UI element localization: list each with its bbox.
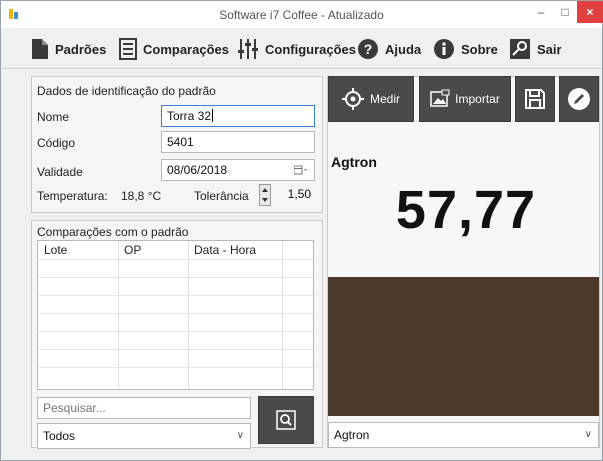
document-icon bbox=[32, 39, 48, 59]
menu-sair[interactable]: Sair bbox=[509, 36, 562, 62]
tolerance-spinner-icon[interactable] bbox=[259, 184, 271, 206]
close-button[interactable]: × bbox=[577, 1, 603, 23]
comparisons-table[interactable]: Lote OP Data - Hora bbox=[37, 240, 314, 390]
comparisons-group-title: Comparações com o padrão bbox=[37, 225, 189, 239]
agtron-label: Agtron bbox=[331, 154, 377, 170]
menu-label: Padrões bbox=[55, 41, 107, 57]
text-caret bbox=[212, 109, 214, 122]
menu-bar: Padrões Comparações Configurações ? Ajud… bbox=[1, 28, 602, 69]
standard-group-title: Dados de identificação do padrão bbox=[37, 84, 216, 98]
measure-button[interactable]: Medir bbox=[328, 76, 414, 122]
row-divider bbox=[38, 277, 313, 278]
info-icon bbox=[434, 39, 454, 59]
search-input[interactable] bbox=[37, 397, 251, 419]
validity-date-picker[interactable]: 08/06/2018 bbox=[161, 159, 315, 181]
menu-sobre[interactable]: Sobre bbox=[433, 36, 498, 62]
scale-select[interactable]: Agtron ∨ bbox=[328, 422, 599, 448]
code-field[interactable]: 5401 bbox=[161, 131, 315, 153]
app-window: Software i7 Coffee - Atualizado – □ × Pa… bbox=[0, 0, 603, 461]
menu-label: Sair bbox=[537, 41, 562, 57]
validity-label: Validade bbox=[37, 165, 83, 179]
save-button[interactable] bbox=[515, 76, 555, 122]
crosshair-icon bbox=[341, 88, 364, 110]
menu-label: Sobre bbox=[461, 41, 498, 57]
magnifier-icon bbox=[276, 410, 296, 430]
validity-value: 08/06/2018 bbox=[167, 163, 228, 177]
menu-label: Ajuda bbox=[385, 41, 422, 57]
chevron-down-icon: ∨ bbox=[584, 429, 592, 440]
scale-value: Agtron bbox=[334, 428, 370, 442]
row-divider bbox=[38, 313, 313, 314]
calendar-dropdown-icon[interactable] bbox=[294, 165, 308, 175]
name-value: Torra 32 bbox=[167, 109, 212, 123]
help-icon: ? bbox=[358, 39, 378, 59]
notes-icon bbox=[119, 38, 137, 60]
filter-value: Todos bbox=[43, 429, 76, 443]
exit-icon bbox=[510, 39, 530, 59]
window-title: Software i7 Coffee - Atualizado bbox=[219, 8, 384, 22]
sliders-icon bbox=[238, 39, 258, 59]
chevron-down-icon: ∨ bbox=[236, 430, 244, 441]
import-label: Importar bbox=[455, 92, 500, 106]
row-divider bbox=[38, 331, 313, 332]
code-label: Código bbox=[37, 136, 76, 150]
temperature-label: Temperatura: bbox=[37, 189, 108, 203]
menu-ajuda[interactable]: ? Ajuda bbox=[357, 36, 421, 62]
row-divider bbox=[38, 349, 313, 350]
menu-label: Comparações bbox=[143, 41, 229, 57]
svg-text:?: ? bbox=[364, 41, 373, 57]
column-header-lote[interactable]: Lote bbox=[44, 243, 67, 257]
menu-configuracoes[interactable]: Configurações bbox=[237, 36, 356, 62]
pencil-circle-icon bbox=[568, 88, 590, 110]
filter-select[interactable]: Todos ∨ bbox=[37, 423, 251, 449]
name-field[interactable]: Torra 32 bbox=[161, 105, 315, 127]
maximize-button[interactable]: □ bbox=[553, 1, 577, 23]
name-label: Nome bbox=[37, 110, 70, 124]
row-divider bbox=[38, 367, 313, 368]
tolerance-label: Tolerância bbox=[194, 189, 249, 203]
search-button[interactable] bbox=[258, 396, 314, 444]
column-header-data-hora[interactable]: Data - Hora bbox=[194, 243, 256, 257]
agtron-value: 57,77 bbox=[395, 180, 537, 240]
title-bar: Software i7 Coffee - Atualizado – □ × bbox=[1, 1, 603, 28]
save-icon bbox=[525, 89, 545, 109]
import-button[interactable]: Importar bbox=[419, 76, 511, 122]
color-swatch bbox=[328, 277, 599, 416]
menu-padroes[interactable]: Padrões bbox=[31, 36, 106, 62]
row-divider bbox=[38, 295, 313, 296]
row-divider bbox=[38, 259, 313, 260]
menu-label: Configurações bbox=[265, 41, 357, 57]
column-header-op[interactable]: OP bbox=[124, 243, 141, 257]
measure-label: Medir bbox=[369, 92, 400, 106]
temperature-value: 18,8 °C bbox=[121, 189, 162, 203]
menu-comparacoes[interactable]: Comparações bbox=[119, 36, 229, 62]
minimize-button[interactable]: – bbox=[529, 1, 553, 23]
edit-button[interactable] bbox=[559, 76, 599, 122]
import-image-icon bbox=[430, 89, 450, 107]
